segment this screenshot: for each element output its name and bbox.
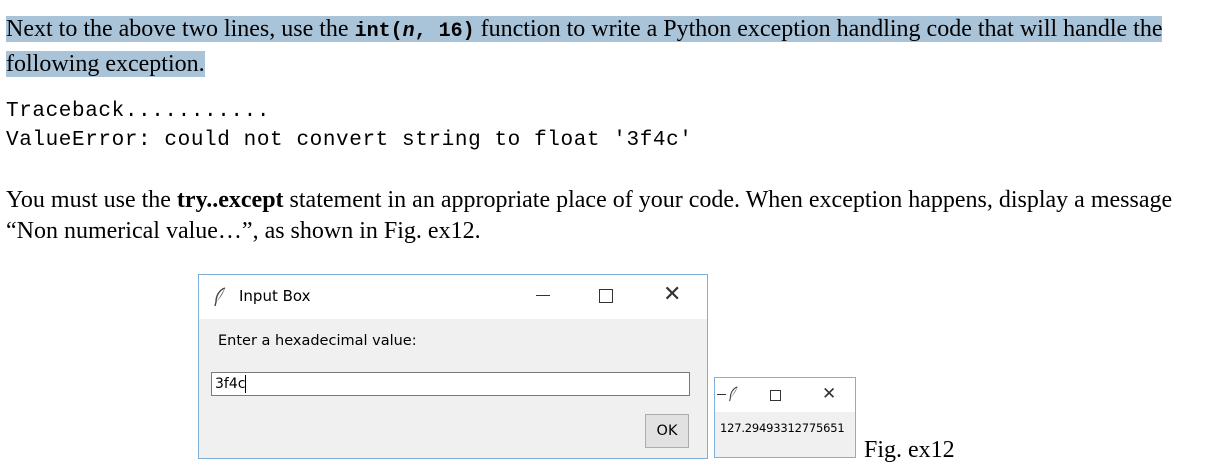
minimize-icon[interactable] [717,394,726,395]
prompt-label: Enter a hexadecimal value: [218,333,417,349]
try-except-keyword: try..except [176,187,284,213]
code-int-call: int(n, 16) [355,20,475,43]
instruction-text-start: Next to the above two lines, use the [6,16,355,42]
code-arg: n [402,20,415,43]
result-value: 127.29493312775651 [720,421,845,435]
result-window: ✕ 127.29493312775651 [714,377,856,458]
feather-icon [729,386,738,402]
maximize-icon[interactable] [599,289,613,303]
hex-value-input[interactable]: 3f4c [211,372,690,396]
value-error-line: ValueError: could not convert string to … [6,129,693,152]
dialog-titlebar[interactable]: Input Box ✕ [199,275,707,319]
instruction-paragraph: Next to the above two lines, use the int… [6,13,1206,80]
code-rest: , 16) [414,20,475,43]
result-titlebar[interactable]: ✕ [715,378,855,412]
minimize-icon[interactable] [536,295,550,296]
code-fn-name: int( [354,20,403,43]
text-caret [245,375,247,393]
feather-icon [214,287,226,307]
maximize-icon[interactable] [770,390,781,401]
figure-caption: Fig. ex12 [864,437,955,463]
dialog-title: Input Box [239,287,311,305]
requirement-text-start: You must use the [6,187,177,213]
requirement-paragraph: You must use the try..except statement i… [6,185,1206,247]
ok-button[interactable]: OK [645,414,689,448]
traceback-line: Traceback........... [6,100,271,123]
input-text: 3f4c [215,376,246,392]
close-icon[interactable]: ✕ [663,284,681,306]
close-icon[interactable]: ✕ [822,386,836,403]
input-box-dialog: Input Box ✕ Enter a hexadecimal value: 3… [198,274,708,459]
